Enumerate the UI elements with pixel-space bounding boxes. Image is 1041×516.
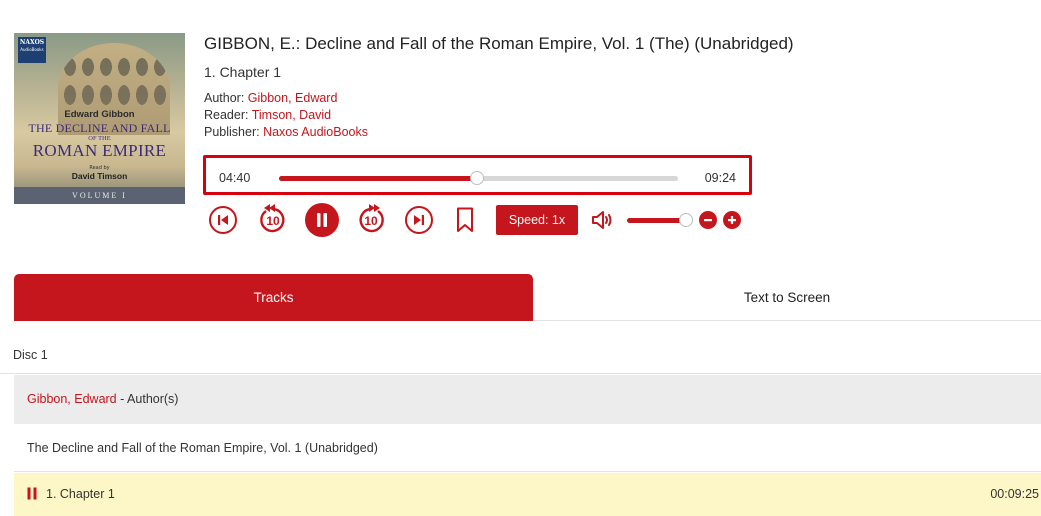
bookmark-icon — [457, 207, 473, 232]
seek-back-button[interactable]: 10 — [257, 202, 289, 236]
pause-button[interactable] — [305, 203, 339, 237]
speed-button[interactable]: Speed: 1x — [496, 205, 578, 235]
track-duration: 00:09:25 — [990, 487, 1039, 501]
publisher-label: Publisher: — [204, 125, 264, 139]
author-line: Author: Gibbon, Edward — [204, 90, 794, 107]
bookmark-button[interactable] — [455, 206, 475, 234]
seek-bar-handle[interactable] — [470, 171, 485, 185]
playing-pause-icon[interactable] — [27, 487, 37, 500]
cover-title-line1: THE DECLINE AND FALL — [28, 121, 171, 135]
cover-reader: David Timson — [71, 171, 128, 181]
album-cover: NAXOS AudioBooks Edward Gibbon THE DECLI… — [14, 33, 185, 204]
seek-bar-fill — [279, 176, 478, 181]
album-title: GIBBON, E.: Decline and Fall of the Roma… — [204, 34, 794, 53]
album-meta: Author: Gibbon, Edward Reader: Timson, D… — [204, 90, 794, 141]
total-time: 09:24 — [704, 171, 736, 185]
current-time: 04:40 — [219, 171, 251, 185]
mute-button[interactable] — [590, 208, 616, 232]
volume-slider-handle[interactable] — [679, 213, 693, 227]
publisher-line: Publisher: Naxos AudioBooks — [204, 124, 794, 141]
skip-previous-icon — [218, 215, 228, 225]
naxos-logo-text: NAXOS — [19, 39, 45, 46]
next-track-button[interactable] — [405, 206, 433, 234]
rewind-10-icon: 10 — [260, 204, 285, 233]
naxos-logo-subtext: AudioBooks — [20, 47, 44, 52]
forward-10-icon: 10 — [359, 204, 384, 233]
track-title: 1. Chapter 1 — [46, 487, 115, 501]
minus-icon — [704, 219, 712, 222]
volume-down-button[interactable] — [699, 211, 717, 229]
author-link[interactable]: Gibbon, Edward — [248, 91, 338, 105]
skip-next-icon — [414, 215, 424, 225]
disc-header: Disc 1 — [0, 337, 1041, 374]
publisher-link[interactable]: Naxos AudioBooks — [263, 125, 368, 139]
tab-bar: Tracks Text to Screen — [14, 274, 1041, 321]
author-role: - Author(s) — [116, 392, 179, 406]
progress-bar-highlight: 04:40 09:24 — [203, 155, 752, 195]
author-row: Gibbon, Edward - Author(s) — [14, 375, 1041, 424]
tab-text-to-screen[interactable]: Text to Screen — [533, 274, 1041, 321]
reader-line: Reader: Timson, David — [204, 107, 794, 124]
tab-tracks[interactable]: Tracks — [14, 274, 533, 321]
seek-forward-seconds: 10 — [364, 214, 378, 228]
pause-icon — [317, 213, 327, 227]
naxos-logo: NAXOS AudioBooks — [18, 37, 46, 63]
author-label: Author: — [204, 91, 248, 105]
seek-bar[interactable] — [279, 171, 678, 185]
seek-forward-button[interactable]: 10 — [355, 202, 387, 236]
album-info: GIBBON, E.: Decline and Fall of the Roma… — [204, 34, 794, 141]
tracklist-author-link[interactable]: Gibbon, Edward — [27, 392, 117, 406]
current-track-title: 1. Chapter 1 — [204, 64, 282, 80]
volume-up-button[interactable] — [723, 211, 741, 229]
cover-author: Edward Gibbon — [64, 109, 135, 120]
reader-label: Reader: — [204, 108, 252, 122]
work-title-row: The Decline and Fall of the Roman Empire… — [14, 424, 1041, 472]
cover-volume: VOLUME I — [14, 187, 185, 204]
cover-title-line2: ROMAN EMPIRE — [32, 141, 167, 160]
plus-icon — [728, 216, 736, 224]
previous-track-button[interactable] — [209, 206, 237, 234]
seek-back-seconds: 10 — [266, 214, 280, 228]
track-row[interactable]: 1. Chapter 1 00:09:25 — [14, 473, 1041, 516]
reader-link[interactable]: Timson, David — [252, 108, 331, 122]
volume-icon — [592, 211, 612, 229]
